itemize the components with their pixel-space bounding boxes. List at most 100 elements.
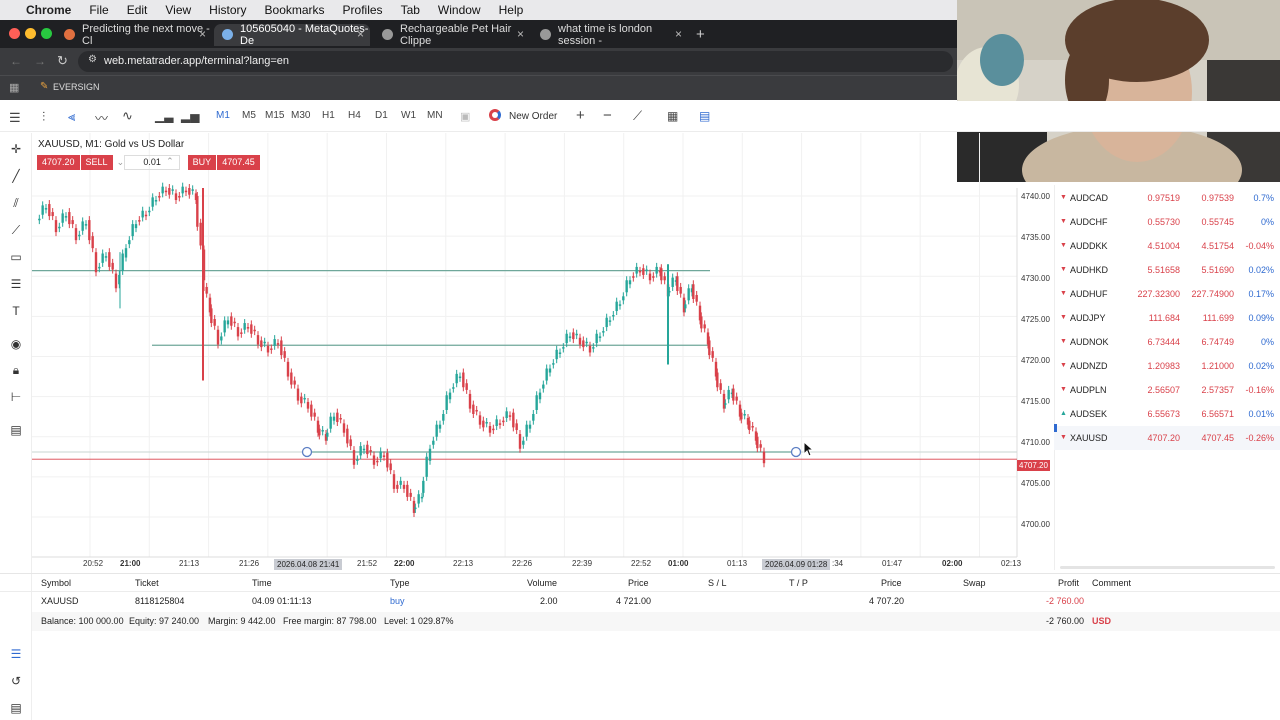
- watchlist-row[interactable]: ▲ AUDSEK 6.55673 6.56571 0.01%: [1054, 402, 1280, 426]
- close-tab-icon[interactable]: ×: [199, 27, 206, 41]
- col-current-price[interactable]: Price: [881, 578, 902, 588]
- area-chart-icon[interactable]: ∿: [122, 108, 133, 124]
- one-click-trading-icon[interactable]: ▣: [460, 110, 470, 123]
- close-window-button[interactable]: [9, 28, 20, 39]
- menu-file[interactable]: File: [89, 3, 108, 17]
- timeframe-w1[interactable]: W1: [401, 110, 416, 121]
- time-tick: 01:00: [668, 559, 689, 568]
- candlestick-icon[interactable]: ⫷: [68, 109, 75, 125]
- menu-profiles[interactable]: Profiles: [343, 3, 383, 17]
- new-order-button[interactable]: New Order: [509, 111, 557, 122]
- candle-body: [724, 403, 727, 405]
- candles: [38, 182, 766, 517]
- col-comment[interactable]: Comment: [1092, 578, 1131, 588]
- volumes-icon[interactable]: ▁▃: [155, 109, 173, 123]
- volume-increase-icon[interactable]: ⌃: [166, 155, 174, 170]
- timeframe-m15[interactable]: M15: [265, 110, 284, 121]
- journal-icon[interactable]: ▤: [9, 701, 23, 715]
- menu-help[interactable]: Help: [499, 3, 524, 17]
- col-time[interactable]: Time: [252, 578, 272, 588]
- browser-tab[interactable]: what time is london session - ×: [532, 23, 688, 47]
- timeframe-h4[interactable]: H4: [348, 110, 361, 121]
- close-tab-icon[interactable]: ×: [517, 27, 524, 41]
- menu-bookmarks[interactable]: Bookmarks: [265, 3, 325, 17]
- maximize-window-button[interactable]: [41, 28, 52, 39]
- back-icon[interactable]: ←: [10, 54, 22, 68]
- close-tab-icon[interactable]: ×: [675, 27, 682, 41]
- watchlist-row[interactable]: ▼ AUDHKD 5.51658 5.51690 0.02%: [1054, 258, 1280, 282]
- timeframe-mn[interactable]: MN: [427, 110, 443, 121]
- bookmark-eversign[interactable]: EVERSIGN: [53, 82, 100, 92]
- browser-tab[interactable]: Predicting the next move - Cl ×: [56, 23, 212, 47]
- buy-button[interactable]: BUY: [187, 155, 217, 170]
- menu-edit[interactable]: Edit: [127, 3, 148, 17]
- tick-volumes-icon[interactable]: ▂▅: [181, 109, 199, 123]
- reload-icon[interactable]: ↻: [57, 53, 68, 69]
- close-tab-icon[interactable]: ×: [357, 27, 364, 41]
- watchlist-row[interactable]: ▼ AUDHUF 227.32300 227.74900 0.17%: [1054, 282, 1280, 306]
- volume-decrease-icon[interactable]: ⌄: [117, 155, 125, 170]
- col-volume[interactable]: Volume: [527, 578, 557, 588]
- watchlist-row[interactable]: ▼ XAUUSD 4707.20 4707.45 -0.26%: [1054, 426, 1280, 450]
- col-swap[interactable]: Swap: [963, 578, 986, 588]
- new-tab-icon[interactable]: +: [696, 26, 705, 43]
- col-symbol[interactable]: Symbol: [41, 578, 71, 588]
- col-ticket[interactable]: Ticket: [135, 578, 159, 588]
- menu-view[interactable]: View: [165, 3, 191, 17]
- browser-tab-active[interactable]: 105605040 - MetaQuotes-De ×: [214, 23, 370, 47]
- indicators-icon[interactable]: ⟋: [633, 108, 642, 124]
- watchlist-row[interactable]: ▼ AUDPLN 2.56507 2.57357 -0.16%: [1054, 378, 1280, 402]
- col-price[interactable]: Price: [628, 578, 649, 588]
- calendar-icon[interactable]: ▦: [667, 109, 678, 123]
- watchlist-scrollbar[interactable]: [1060, 566, 1275, 569]
- col-type[interactable]: Type: [390, 578, 410, 588]
- candle-body: [638, 270, 642, 273]
- zoom-out-icon[interactable]: −: [603, 107, 612, 124]
- timeframe-m5[interactable]: M5: [242, 110, 256, 121]
- timeframe-h1[interactable]: H1: [322, 110, 335, 121]
- col-tp[interactable]: T / P: [789, 578, 808, 588]
- buy-price[interactable]: 4707.45: [217, 155, 260, 170]
- minimize-window-button[interactable]: [25, 28, 36, 39]
- menu-window[interactable]: Window: [438, 3, 481, 17]
- watchlist-row[interactable]: ▼ AUDCHF 0.55730 0.55745 0%: [1054, 210, 1280, 234]
- line-chart-icon[interactable]: 〰: [95, 108, 108, 127]
- menu-app-name[interactable]: Chrome: [26, 3, 71, 17]
- col-profit[interactable]: Profit: [1058, 578, 1079, 588]
- position-row[interactable]: XAUUSD 8118125804 04.09 01:11:13 buy 2.0…: [0, 592, 1280, 611]
- forward-icon[interactable]: →: [34, 54, 46, 68]
- watchlist-row[interactable]: ▼ AUDCAD 0.97519 0.97539 0.7%: [1054, 186, 1280, 210]
- candle-body: [515, 423, 518, 431]
- timeframe-m30[interactable]: M30: [291, 110, 310, 121]
- sell-price[interactable]: 4707.20: [37, 155, 80, 170]
- timeframe-m1[interactable]: M1: [216, 110, 230, 121]
- price-tick: 4720.00: [1021, 356, 1050, 365]
- watchlist-row[interactable]: ▼ AUDNOK 6.73444 6.74749 0%: [1054, 330, 1280, 354]
- candle-body: [306, 401, 310, 409]
- candle-body: [188, 188, 191, 195]
- col-sl[interactable]: S / L: [708, 578, 727, 588]
- site-info-icon[interactable]: ⚙: [88, 54, 97, 65]
- watchlist-row[interactable]: ▼ AUDDKK 4.51004 4.51754 -0.04%: [1054, 234, 1280, 258]
- zoom-in-icon[interactable]: +: [576, 107, 585, 124]
- sell-button[interactable]: SELL: [80, 155, 113, 170]
- bar-chart-icon[interactable]: ⫶: [42, 109, 45, 125]
- menu-icon[interactable]: ☰: [9, 110, 21, 126]
- history-icon[interactable]: ↺: [9, 674, 23, 688]
- url-field[interactable]: ⚙ web.metatrader.app/terminal?lang=en: [78, 51, 953, 72]
- trade-list-icon[interactable]: ☰: [9, 647, 23, 661]
- chart-settings-icon[interactable]: ▤: [699, 109, 710, 123]
- tab-title: what time is london session -: [558, 23, 653, 47]
- price-chart[interactable]: [0, 133, 1054, 573]
- timeframe-d1[interactable]: D1: [375, 110, 388, 121]
- candle-body: [199, 222, 202, 246]
- apps-grid-icon[interactable]: ▦: [9, 81, 19, 94]
- candle-body: [38, 218, 41, 221]
- menu-tab[interactable]: Tab: [401, 3, 420, 17]
- browser-tab[interactable]: Rechargeable Pet Hair Clippe ×: [374, 23, 530, 47]
- candle-body: [154, 200, 158, 202]
- menu-history[interactable]: History: [209, 3, 246, 17]
- watch-ask: 227.74900: [1191, 289, 1234, 299]
- watchlist-row[interactable]: ▼ AUDNZD 1.20983 1.21000 0.02%: [1054, 354, 1280, 378]
- watchlist-row[interactable]: ▼ AUDJPY 111.684 111.699 0.09%: [1054, 306, 1280, 330]
